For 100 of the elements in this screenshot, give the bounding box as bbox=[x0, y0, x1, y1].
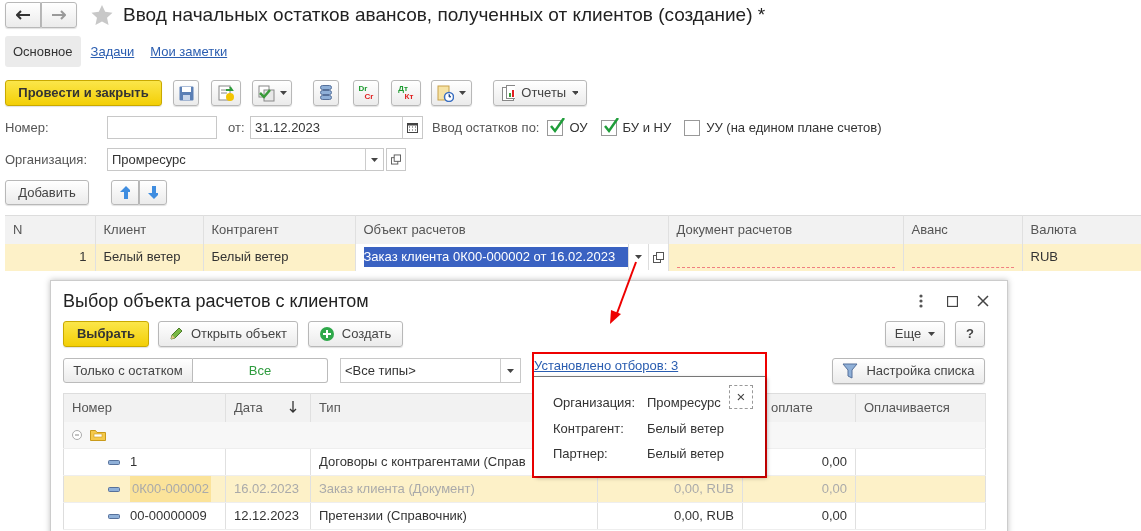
column-header[interactable]: Объект расчетов bbox=[355, 215, 668, 244]
caret-icon bbox=[371, 157, 378, 162]
object-field[interactable]: Заказ клиента 0К00-000002 от 16.02.2023 bbox=[363, 247, 628, 267]
column-header[interactable]: Валюта bbox=[1022, 215, 1141, 244]
dt-kt-button[interactable]: Дт Кт bbox=[391, 80, 421, 106]
open-window-icon bbox=[652, 251, 664, 263]
plus-circle-icon bbox=[319, 327, 334, 341]
add-button[interactable]: Добавить bbox=[5, 180, 89, 205]
list-settings-button[interactable]: Настройка списка bbox=[832, 357, 985, 384]
checkbox[interactable] bbox=[684, 119, 701, 136]
document-arrow-icon bbox=[217, 84, 235, 102]
stacked-records-icon bbox=[320, 85, 332, 101]
document-clock-icon bbox=[437, 84, 454, 102]
filter-label: Контрагент: bbox=[553, 419, 625, 438]
checkbox[interactable] bbox=[600, 119, 617, 136]
copy-icon bbox=[257, 84, 275, 102]
column-header[interactable]: Номер bbox=[63, 393, 226, 422]
table-cell: 0,00, RUB bbox=[597, 502, 743, 530]
open-object-button[interactable]: Открыть объект bbox=[158, 321, 298, 347]
tab-link[interactable]: Задачи bbox=[84, 35, 141, 68]
more-button[interactable]: Еще bbox=[885, 321, 945, 347]
back-button[interactable] bbox=[5, 2, 41, 28]
caret-icon bbox=[459, 91, 466, 95]
column-header[interactable]: Оплачивается bbox=[855, 393, 986, 422]
column-header[interactable]: Контрагент bbox=[203, 215, 355, 244]
date-field[interactable]: 31.12.2023 bbox=[250, 116, 423, 139]
report-chart-icon bbox=[502, 85, 516, 101]
caret-icon bbox=[928, 332, 936, 336]
table-cell: 16.02.2023 bbox=[225, 475, 311, 503]
move-down-button[interactable] bbox=[139, 180, 167, 205]
collapse-icon[interactable] bbox=[72, 429, 82, 440]
checkbox-label: БУ и НУ bbox=[622, 118, 672, 137]
down-arrow-icon bbox=[148, 186, 158, 199]
forward-arrow-icon bbox=[52, 10, 66, 20]
filter-value: Промресурс bbox=[647, 394, 721, 412]
caret-icon bbox=[507, 368, 514, 373]
more-menu-icon[interactable] bbox=[919, 294, 923, 308]
filter-value: Белый ветер bbox=[647, 445, 724, 463]
funnel-icon bbox=[842, 362, 859, 379]
open-button[interactable] bbox=[386, 148, 406, 171]
number-field[interactable] bbox=[107, 116, 217, 139]
caret-icon bbox=[572, 91, 578, 95]
tab-link[interactable]: Мои заметки bbox=[144, 35, 234, 68]
column-header[interactable]: Аванс bbox=[903, 215, 1022, 244]
table-cell: RUB bbox=[1022, 243, 1141, 271]
table-cell: 0,00 bbox=[742, 502, 856, 530]
select-button[interactable]: Выбрать bbox=[63, 321, 149, 347]
filter-toggle[interactable]: Только с остатком bbox=[63, 358, 193, 383]
checkbox-label: УУ (на едином плане счетов) bbox=[706, 118, 882, 137]
table-cell: 12.12.2023 bbox=[225, 502, 311, 530]
table-cell: Белый ветер bbox=[95, 243, 203, 271]
dialog-title: Выбор объекта расчетов с клиентом bbox=[63, 289, 370, 313]
record-icon bbox=[108, 486, 120, 492]
help-button[interactable]: ? bbox=[955, 321, 985, 347]
annotation-arrow bbox=[610, 261, 637, 324]
open-button[interactable] bbox=[647, 244, 667, 270]
record-icon bbox=[108, 513, 120, 519]
table-cell: Претензии (Справочник) bbox=[310, 502, 598, 530]
organization-field[interactable]: Промресурс bbox=[107, 148, 384, 171]
checkbox[interactable] bbox=[547, 119, 564, 136]
column-header[interactable]: Дата bbox=[225, 393, 311, 422]
column-header[interactable]: Клиент bbox=[95, 215, 203, 244]
column-header[interactable]: Документ расчетов bbox=[668, 215, 903, 244]
date-label: от: bbox=[228, 118, 246, 137]
window-title: Ввод начальных остатков авансов, полученных от клиентов (создание) * bbox=[123, 2, 766, 27]
copy-button[interactable] bbox=[252, 80, 292, 106]
favorite-star-icon[interactable] bbox=[91, 4, 113, 26]
attach-button[interactable] bbox=[431, 80, 472, 106]
filter-option[interactable]: Все bbox=[193, 358, 328, 383]
table-cell-text: 1 bbox=[130, 453, 138, 472]
number-label: Номер: bbox=[5, 118, 50, 137]
post-button[interactable] bbox=[211, 80, 241, 106]
sort-descending-icon[interactable] bbox=[288, 401, 297, 413]
caret-icon bbox=[279, 91, 287, 95]
save-button[interactable] bbox=[173, 80, 199, 106]
table-cell: Белый ветер bbox=[203, 243, 355, 271]
maximize-icon[interactable] bbox=[947, 295, 958, 307]
checkbox-label: ОУ bbox=[569, 118, 588, 137]
filter-value: Белый ветер bbox=[647, 419, 724, 438]
column-header[interactable]: N bbox=[5, 215, 95, 244]
debit-credit-button[interactable]: Dr Cr bbox=[353, 80, 379, 106]
record-icon bbox=[108, 459, 120, 465]
table-cell: 1 bbox=[5, 243, 95, 271]
pencil-icon bbox=[168, 327, 183, 341]
organization-label: Организация: bbox=[5, 150, 89, 169]
table-cell: 0К00-000002 bbox=[130, 476, 211, 502]
post-and-close-button[interactable]: Провести и закрыть bbox=[5, 80, 162, 106]
type-filter-field[interactable]: <Все типы> bbox=[340, 358, 521, 383]
reports-button[interactable]: Отчеты bbox=[493, 80, 587, 106]
create-button[interactable]: Создать bbox=[308, 321, 403, 347]
back-arrow-icon bbox=[16, 10, 30, 20]
folder-icon bbox=[90, 428, 106, 442]
open-window-icon bbox=[391, 154, 401, 165]
close-button[interactable]: × bbox=[729, 385, 753, 409]
filters-link[interactable]: Установлено отборов: 3 bbox=[534, 356, 679, 376]
move-up-button[interactable] bbox=[111, 180, 139, 205]
list-button[interactable] bbox=[313, 80, 339, 106]
close-icon[interactable] bbox=[977, 295, 989, 307]
balances-label: Ввод остатков по: bbox=[432, 118, 540, 137]
tab[interactable]: Основное bbox=[5, 35, 81, 68]
